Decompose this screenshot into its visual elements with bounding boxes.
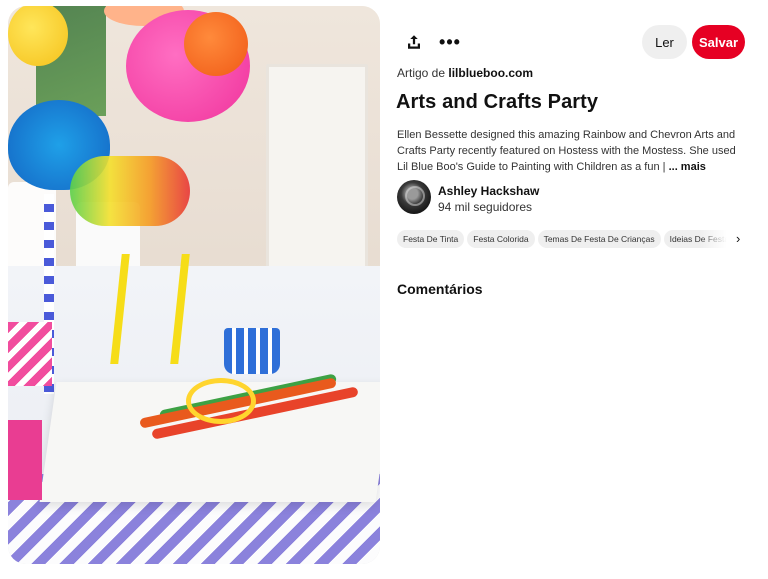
image-lantern-orange [184,12,248,76]
pin-description: Ellen Bessette designed this amazing Rai… [397,127,747,175]
save-button[interactable]: Salvar [692,25,745,59]
pin-title[interactable]: Arts and Crafts Party [396,91,598,114]
share-button[interactable] [398,26,430,58]
image-rainbow-flowers [70,156,190,226]
image-ribbon [186,378,256,424]
comments-heading: Comentários [397,281,483,297]
source-line: Artigo de lilblueboo.com [397,66,533,80]
more-options-button[interactable]: ••• [434,26,466,58]
tags-fade [700,230,738,250]
image-cup [224,328,280,374]
author-name[interactable]: Ashley Hackshaw [438,184,539,198]
more-dots-icon: ••• [439,32,461,52]
author-block[interactable]: Ashley Hackshaw 94 mil seguidores [397,180,697,218]
read-more-link[interactable]: ... mais [669,161,706,173]
tag-chip[interactable]: Temas De Festa De Crianças [537,230,661,248]
chevron-right-icon[interactable]: › [736,231,748,249]
avatar[interactable] [397,180,431,214]
tag-chip[interactable]: Festa De Tinta [397,230,465,248]
follower-count: 94 mil seguidores [438,200,533,214]
image-cup-pink [8,420,42,500]
read-button[interactable]: Ler [642,25,687,59]
pin-image[interactable] [8,6,380,564]
image-cup-left [8,322,52,386]
tag-list: Festa De Tinta Festa Colorida Temas De Fes… [397,230,737,250]
pin-toolbar: ••• Ler Salvar [396,24,748,60]
tag-chip[interactable]: Festa Colorida [467,230,535,248]
image-easel [110,254,190,364]
image-door [266,64,368,290]
share-upload-icon [408,35,420,49]
source-prefix: Artigo de [397,66,446,80]
source-domain-link[interactable]: lilblueboo.com [448,66,533,80]
